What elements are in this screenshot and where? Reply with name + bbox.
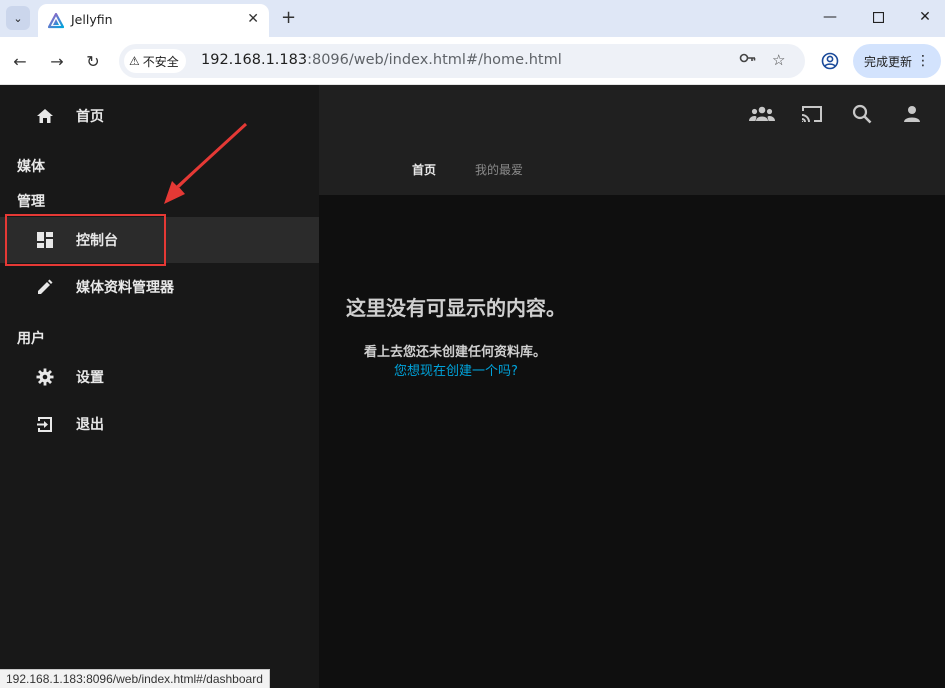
- cast-icon[interactable]: [799, 101, 825, 127]
- update-button[interactable]: 完成更新 ⋮: [853, 44, 941, 78]
- back-icon[interactable]: ←: [8, 49, 32, 73]
- search-icon[interactable]: [849, 101, 875, 127]
- warning-icon: ⚠: [129, 54, 140, 68]
- app-header: 首页 我的最爱: [319, 85, 945, 195]
- maximize-icon[interactable]: [863, 6, 893, 28]
- tab-search-chevron-icon[interactable]: ⌄: [6, 6, 30, 30]
- address-bar[interactable]: ⚠ 不安全 192.168.1.183:8096/web/index.html#…: [119, 44, 805, 78]
- annotation-arrow: [164, 122, 248, 204]
- profile-icon[interactable]: [818, 49, 842, 73]
- annotation-highlight-box: [5, 214, 166, 266]
- empty-state-title: 这里没有可显示的内容。: [346, 296, 566, 320]
- url-text: 192.168.1.183:8096/web/index.html#/home.…: [201, 52, 562, 68]
- sidebar-item-settings[interactable]: 设置: [0, 354, 319, 400]
- section-header-user: 用户: [17, 331, 45, 347]
- reload-icon[interactable]: ↻: [81, 49, 105, 73]
- gear-icon: [35, 367, 55, 387]
- browser-tab-strip: ⌄ Jellyfin ✕ + — ✕: [0, 0, 945, 37]
- home-icon: [35, 106, 55, 126]
- tab-title: Jellyfin: [71, 12, 113, 27]
- tab-home[interactable]: 首页: [412, 161, 436, 178]
- users-icon[interactable]: [749, 101, 775, 127]
- tab-favorites[interactable]: 我的最爱: [475, 161, 523, 178]
- browser-tab[interactable]: Jellyfin ✕: [38, 4, 269, 37]
- user-icon[interactable]: [899, 101, 925, 127]
- sidebar-item-label: 设置: [76, 370, 104, 386]
- sidebar-item-label: 首页: [76, 109, 104, 125]
- link-status-bar: 192.168.1.183:8096/web/index.html#/dashb…: [0, 669, 270, 688]
- bookmark-star-icon[interactable]: ☆: [772, 51, 785, 69]
- section-header-media: 媒体: [17, 159, 45, 175]
- window-close-icon[interactable]: ✕: [910, 6, 940, 28]
- sidebar-item-metadata-manager[interactable]: 媒体资料管理器: [0, 264, 319, 310]
- exit-icon: [35, 414, 55, 434]
- main-content: 这里没有可显示的内容。 看上去您还未创建任何资料库。 您想现在创建一个吗?: [319, 195, 945, 688]
- browser-toolbar: ← → ↻ ⚠ 不安全 192.168.1.183:8096/web/index…: [0, 37, 945, 85]
- security-label: 不安全: [142, 54, 179, 69]
- jellyfin-logo-icon: [48, 13, 64, 29]
- create-library-link[interactable]: 您想现在创建一个吗?: [394, 360, 518, 379]
- minimize-icon[interactable]: —: [815, 6, 845, 28]
- security-chip[interactable]: ⚠ 不安全: [124, 49, 186, 73]
- tab-close-icon[interactable]: ✕: [247, 11, 259, 27]
- sidebar-item-label: 媒体资料管理器: [76, 280, 174, 296]
- forward-icon[interactable]: →: [45, 49, 69, 73]
- password-key-icon[interactable]: [739, 51, 757, 69]
- edit-pencil-icon: [35, 277, 55, 297]
- more-menu-icon[interactable]: ⋮: [916, 53, 930, 69]
- sidebar-item-label: 退出: [76, 417, 104, 433]
- new-tab-button[interactable]: +: [281, 7, 296, 28]
- empty-state-message: 看上去您还未创建任何资料库。: [364, 345, 547, 360]
- section-header-admin: 管理: [17, 194, 45, 210]
- sidebar-item-sign-out[interactable]: 退出: [0, 401, 319, 447]
